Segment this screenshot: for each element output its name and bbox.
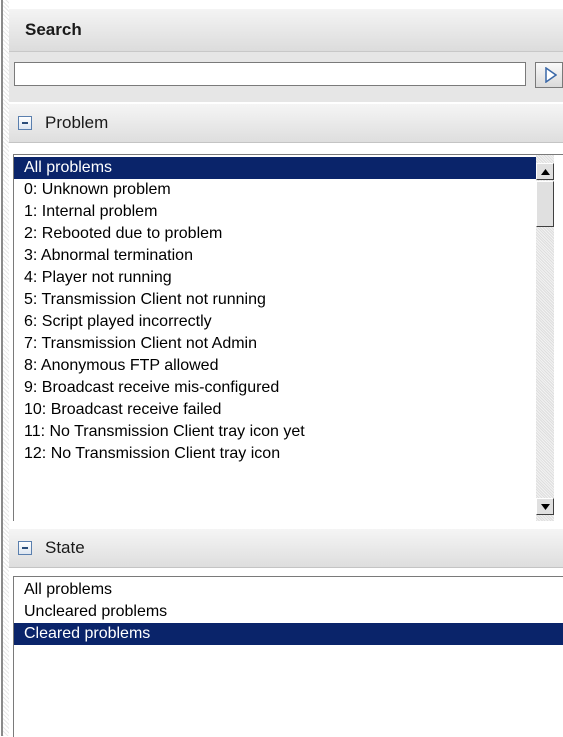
problem-list-item[interactable]: 3: Abnormal termination: [14, 245, 536, 267]
scroll-thumb[interactable]: [536, 181, 554, 227]
problem-list-item[interactable]: 8: Anonymous FTP allowed: [14, 355, 536, 377]
problem-list-item[interactable]: 9: Broadcast receive mis-configured: [14, 377, 536, 399]
play-triangle-icon: [545, 67, 557, 83]
problem-section-title: Problem: [45, 113, 109, 132]
problem-list-item[interactable]: 6: Script played incorrectly: [14, 311, 536, 333]
search-header: Search: [9, 9, 563, 52]
state-section-header[interactable]: State: [9, 528, 563, 568]
state-section-title: State: [45, 538, 85, 557]
filter-panel: Search Problem All problems 0: Unknown pr…: [0, 0, 563, 737]
state-listbox[interactable]: All problems Uncleared problems Cleared pr…: [13, 576, 563, 737]
problem-list-item[interactable]: 11: No Transmission Client tray icon yet: [14, 421, 536, 443]
problem-section-header[interactable]: Problem: [9, 103, 563, 143]
problem-list-item[interactable]: 2: Rebooted due to problem: [14, 223, 536, 245]
problem-listbox[interactable]: All problems 0: Unknown problem 1: Interna…: [13, 154, 563, 521]
scroll-down-arrow-icon: [540, 503, 550, 510]
problem-list-item[interactable]: 7: Transmission Client not Admin: [14, 333, 536, 355]
problem-list-item[interactable]: 10: Broadcast receive failed: [14, 399, 536, 421]
problem-scrollbar[interactable]: [536, 155, 554, 521]
problem-list-item[interactable]: 5: Transmission Client not running: [14, 289, 536, 311]
state-list-item[interactable]: Cleared problems: [14, 623, 563, 645]
minus-icon: [22, 122, 28, 124]
state-list-item[interactable]: All problems: [14, 579, 563, 601]
scroll-up-button[interactable]: [536, 163, 554, 180]
problem-list-item[interactable]: 1: Internal problem: [14, 201, 536, 223]
state-list-item[interactable]: Uncleared problems: [14, 601, 563, 623]
problem-list-item[interactable]: 0: Unknown problem: [14, 179, 536, 201]
search-input[interactable]: [14, 62, 526, 86]
problem-list-item[interactable]: 12: No Transmission Client tray icon: [14, 443, 536, 465]
problem-list-item[interactable]: 4: Player not running: [14, 267, 536, 289]
problem-collapse-icon[interactable]: [18, 116, 32, 130]
search-go-button[interactable]: [535, 62, 563, 88]
problem-list-item[interactable]: All problems: [14, 157, 536, 179]
scroll-down-button[interactable]: [536, 498, 554, 515]
search-row: [9, 52, 563, 102]
search-title: Search: [25, 20, 82, 39]
minus-icon: [22, 547, 28, 549]
state-collapse-icon[interactable]: [18, 541, 32, 555]
scroll-up-arrow-icon: [540, 168, 550, 175]
